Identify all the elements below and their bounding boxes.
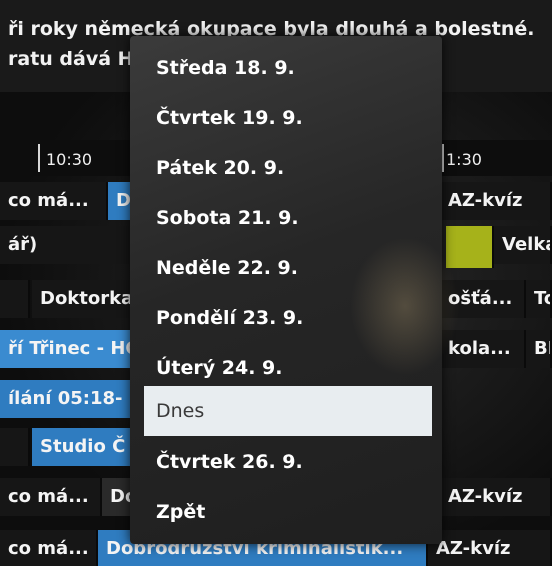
epg-program-cell[interactable]: To [526,280,552,318]
epg-program-cell[interactable] [0,428,30,466]
menu-item-day[interactable]: Pondělí 23. 9. [144,296,432,340]
epg-program-cell[interactable]: co má... [0,182,108,220]
epg-program-cell[interactable]: Doktorka [32,280,138,318]
epg-program-cell[interactable]: BI [526,330,552,368]
menu-item-day[interactable]: Čtvrtek 26. 9. [144,440,432,484]
epg-program-cell[interactable]: co má... [0,478,102,516]
epg-color-block [446,226,494,268]
epg-program-cell[interactable]: AZ-kvíz [440,182,552,220]
tv-screen: ři roky německá okupace byla dlouhá a bo… [0,0,552,566]
epg-program-cell[interactable]: ář) [0,226,138,264]
menu-item-day[interactable]: Sobota 21. 9. [144,196,432,240]
time-tick [442,144,444,172]
epg-program-cell[interactable] [0,280,30,318]
time-label-right: 1:30 [446,150,482,169]
menu-item-day[interactable]: Neděle 22. 9. [144,246,432,290]
epg-program-cell[interactable]: kola... [440,330,526,368]
epg-program-cell[interactable]: AZ-kvíz [428,530,552,566]
epg-program-cell[interactable]: co má... [0,530,98,566]
epg-program-cell[interactable]: AZ-kvíz [440,478,552,516]
menu-item-day[interactable]: Úterý 24. 9. [144,346,432,390]
menu-item-today[interactable]: Dnes [144,386,432,436]
time-label-left: 10:30 [46,150,93,169]
epg-program-cell[interactable]: Studio Č [32,428,138,466]
menu-item-back[interactable]: Zpět [144,490,432,534]
epg-program-cell[interactable]: ošťá... [440,280,526,318]
epg-program-cell[interactable]: Velká [494,226,552,264]
menu-item-day[interactable]: Čtvrtek 19. 9. [144,96,432,140]
date-selection-menu: Středa 18. 9. Čtvrtek 19. 9. Pátek 20. 9… [130,36,460,544]
epg-program-cell[interactable]: ílání 05:18- [0,380,138,418]
menu-item-day[interactable]: Středa 18. 9. [144,46,432,90]
menu-item-day[interactable]: Pátek 20. 9. [144,146,432,190]
time-tick [38,144,40,172]
epg-program-cell[interactable]: ří Třinec - HC [0,330,138,368]
